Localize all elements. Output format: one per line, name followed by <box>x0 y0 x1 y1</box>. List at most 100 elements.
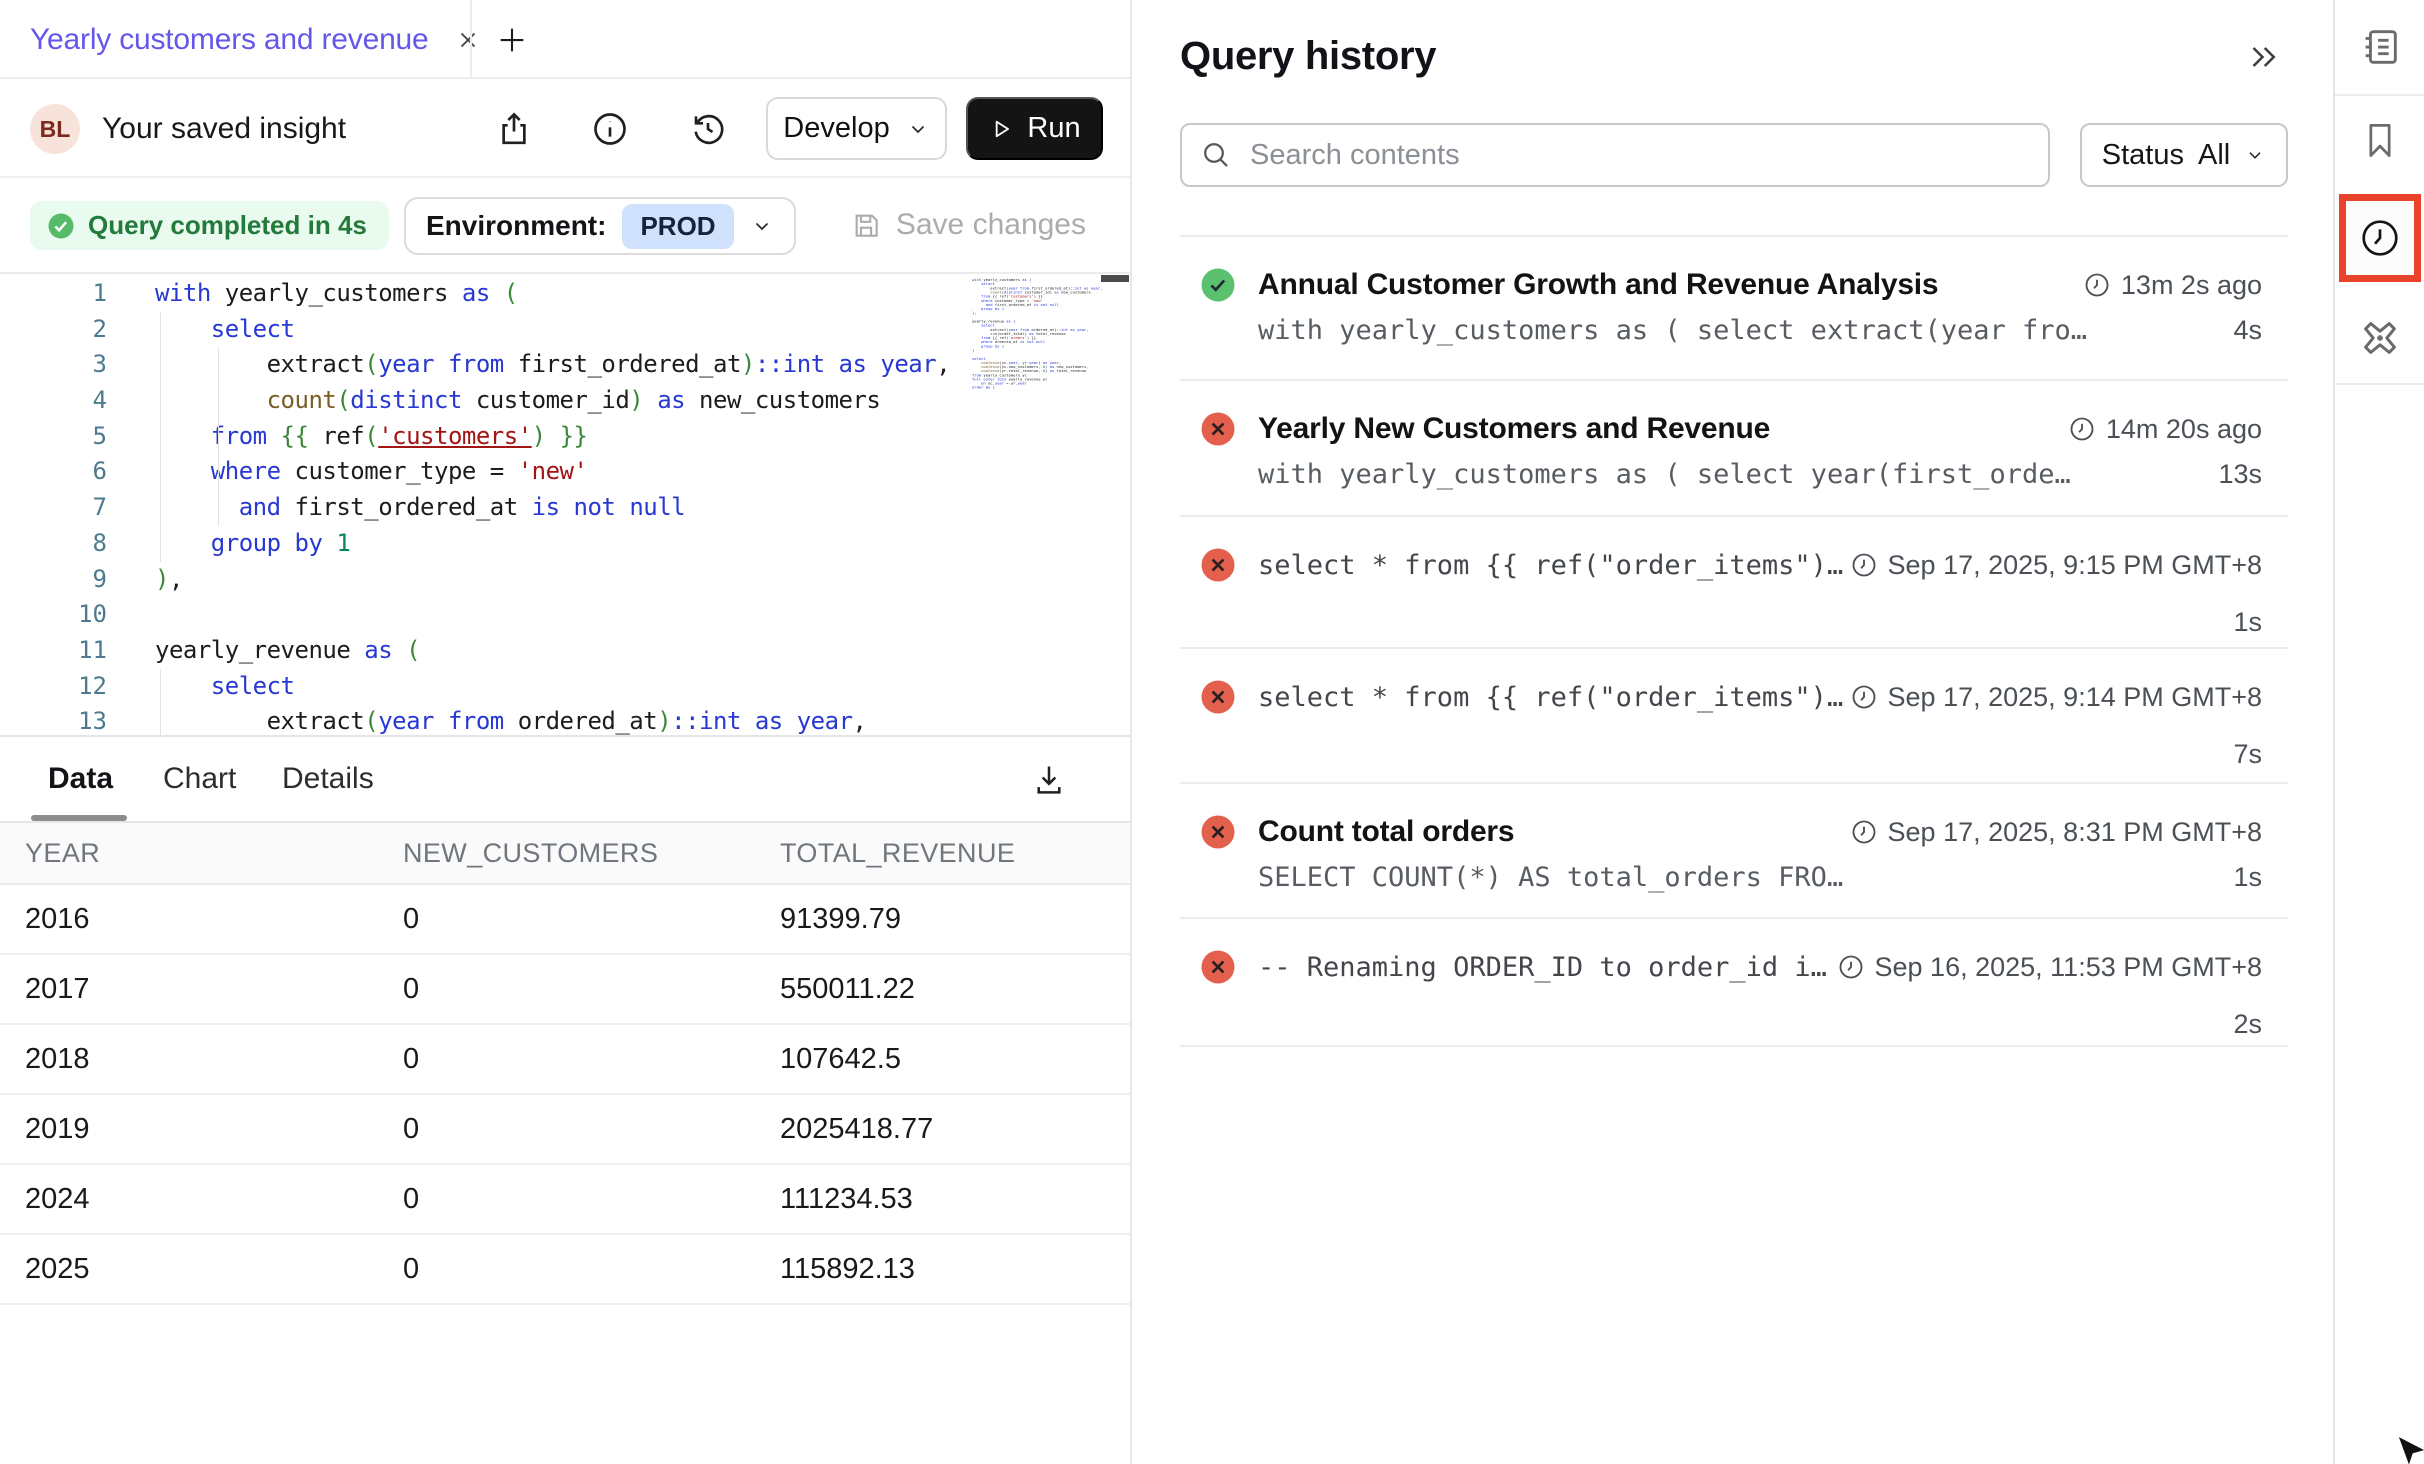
lineage-button[interactable] <box>2335 314 2424 362</box>
table-row[interactable]: 20170550011.22 <box>0 955 1130 1025</box>
avatar: BL <box>30 104 80 154</box>
tab-chart[interactable]: Chart <box>163 737 236 821</box>
collapse-panel-button[interactable] <box>2246 39 2282 75</box>
sql-code-editor[interactable]: 1with yearly_customers as (2 select3 ext… <box>0 272 1130 737</box>
table-cell: 2025 <box>25 1253 403 1286</box>
code-line: 9), <box>0 562 1130 598</box>
notebook-button[interactable] <box>2335 24 2424 70</box>
history-item-duration: 4s <box>2233 315 2262 346</box>
table-cell: 550011.22 <box>780 973 1130 1006</box>
table-cell: 0 <box>403 1183 780 1216</box>
bookmark-icon <box>2358 118 2402 162</box>
history-item[interactable]: select * from {{ ref("order_items")…Sep … <box>1180 517 2288 649</box>
table-cell: 2024 <box>25 1183 403 1216</box>
table-cell: 2025418.77 <box>780 1113 1130 1146</box>
history-item-time: 13m 2s ago <box>2083 270 2262 301</box>
results-panel: Data Chart Details YEARNEW_CUSTOMERSTOTA… <box>0 737 1130 1305</box>
mouse-cursor <box>2394 1432 2424 1464</box>
develop-button[interactable]: Develop <box>766 97 947 160</box>
code-line: 12 select <box>0 669 1130 705</box>
right-icon-rail <box>2333 0 2424 1464</box>
run-label: Run <box>1027 112 1080 145</box>
column-header: TOTAL_REVENUE <box>780 838 1130 869</box>
query-history-list: Annual Customer Growth and Revenue Analy… <box>1180 235 2288 1047</box>
close-tab-icon[interactable] <box>455 27 481 53</box>
check-circle-icon <box>46 211 76 241</box>
line-number: 12 <box>0 669 107 705</box>
line-number: 8 <box>0 526 107 562</box>
table-cell: 2017 <box>25 973 403 1006</box>
status-error-icon <box>1200 547 1236 583</box>
status-filter-label: Status <box>2102 139 2184 172</box>
table-row[interactable]: 2016091399.79 <box>0 885 1130 955</box>
status-error-icon <box>1200 679 1236 715</box>
chevron-down-icon <box>750 214 774 238</box>
code-text: with yearly_customers as ( <box>155 276 518 312</box>
double-chevron-right-icon <box>2246 39 2282 75</box>
code-line: 4 count(distinct customer_id) as new_cus… <box>0 383 1130 419</box>
tab-data[interactable]: Data <box>48 737 113 821</box>
history-search <box>1180 123 2050 187</box>
editor-panel: Yearly customers and revenue BL Your sav… <box>0 0 1132 1464</box>
download-results-button[interactable] <box>1030 761 1068 799</box>
history-item[interactable]: Yearly New Customers and Revenue14m 20s … <box>1180 381 2288 517</box>
run-button[interactable]: Run <box>966 97 1103 160</box>
info-button[interactable] <box>590 109 630 149</box>
lineage-compass-icon <box>2356 314 2404 362</box>
line-number: 2 <box>0 312 107 348</box>
query-history-rail-button[interactable] <box>2339 194 2421 282</box>
table-cell: 0 <box>403 1043 780 1076</box>
history-item-duration: 2s <box>2233 1009 2262 1040</box>
query-status-bar: Query completed in 4s Environment: PROD … <box>0 178 1130 272</box>
code-text: select <box>155 312 295 348</box>
tab-details[interactable]: Details <box>282 737 374 821</box>
code-line: 11yearly_revenue as ( <box>0 633 1130 669</box>
history-item-query: -- Renaming ORDER_ID to order_id i… <box>1258 952 1837 983</box>
line-number: 6 <box>0 454 107 490</box>
environment-selector[interactable]: Environment: PROD <box>404 197 796 255</box>
history-item-duration: 13s <box>2218 459 2262 490</box>
code-text: ), <box>155 562 183 598</box>
history-item[interactable]: Annual Customer Growth and Revenue Analy… <box>1180 237 2288 381</box>
status-error-icon <box>1200 411 1236 447</box>
history-item[interactable]: -- Renaming ORDER_ID to order_id i…Sep 1… <box>1180 919 2288 1047</box>
table-row[interactable]: 20180107642.5 <box>0 1025 1130 1095</box>
bookmarks-button[interactable] <box>2335 118 2424 162</box>
history-item[interactable]: select * from {{ ref("order_items")…Sep … <box>1180 649 2288 784</box>
history-item-time: Sep 17, 2025, 9:14 PM GMT+8 <box>1850 682 2262 713</box>
chevron-down-icon <box>2244 144 2266 166</box>
table-cell: 2018 <box>25 1043 403 1076</box>
code-line: 13 extract(year from ordered_at)::int as… <box>0 704 1130 737</box>
share-button[interactable] <box>494 109 534 149</box>
history-item[interactable]: Count total ordersSep 17, 2025, 8:31 PM … <box>1180 784 2288 919</box>
code-line: 3 extract(year from first_ordered_at)::i… <box>0 347 1130 383</box>
line-number: 4 <box>0 383 107 419</box>
table-row[interactable]: 20240111234.53 <box>0 1165 1130 1235</box>
editor-minimap[interactable]: with yearly_customers as ( select extrac… <box>972 278 1108 608</box>
table-cell: 2019 <box>25 1113 403 1146</box>
search-input[interactable] <box>1180 123 2050 187</box>
line-number: 9 <box>0 562 107 598</box>
code-line: 7 and first_ordered_at is not null <box>0 490 1130 526</box>
status-error-icon <box>1200 814 1236 850</box>
table-row[interactable]: 20250115892.13 <box>0 1235 1130 1305</box>
clock-icon <box>1850 818 1878 846</box>
line-number: 1 <box>0 276 107 312</box>
version-history-button[interactable] <box>688 109 728 149</box>
tab-bar: Yearly customers and revenue <box>0 0 1130 79</box>
history-item-duration: 7s <box>2233 739 2262 770</box>
status-filter-dropdown[interactable]: Status All <box>2080 123 2288 187</box>
code-text: select <box>155 669 295 705</box>
editor-scrollbar-thumb[interactable] <box>1101 275 1129 282</box>
column-header: YEAR <box>25 838 403 869</box>
new-tab-button[interactable] <box>486 0 538 79</box>
history-item-title: Annual Customer Growth and Revenue Analy… <box>1258 268 2083 302</box>
line-number: 10 <box>0 597 107 633</box>
info-icon <box>590 109 630 149</box>
code-text: yearly_revenue as ( <box>155 633 420 669</box>
save-changes-button[interactable]: Save changes <box>850 178 1086 272</box>
app-window: Yearly customers and revenue BL Your sav… <box>0 0 2424 1464</box>
rail-divider <box>2335 383 2424 385</box>
table-row[interactable]: 201902025418.77 <box>0 1095 1130 1165</box>
tab-yearly-customers-and-revenue[interactable]: Yearly customers and revenue <box>0 0 509 79</box>
